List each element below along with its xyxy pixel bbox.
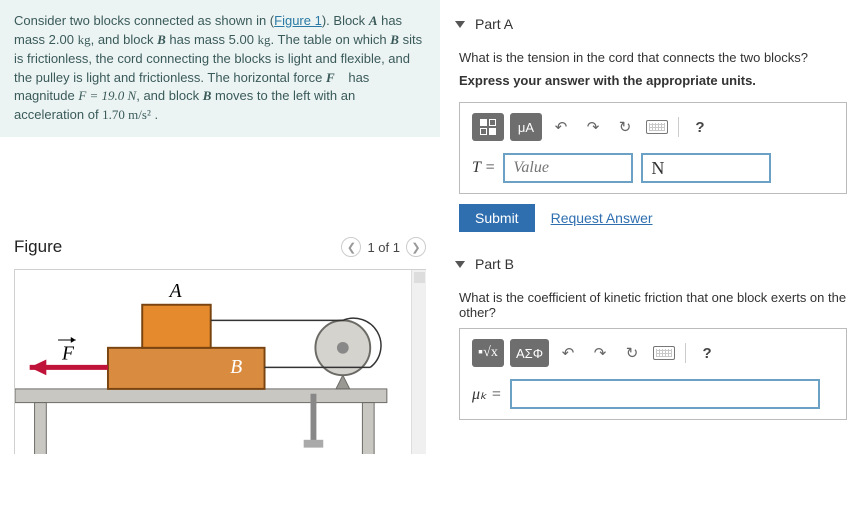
figure-pager: ❮ 1 of 1 ❯ — [341, 237, 426, 257]
reset-button[interactable]: ↻ — [619, 339, 645, 367]
part-a-instruction: Express your answer with the appropriate… — [459, 73, 847, 88]
redo-button[interactable]: ↷ — [580, 113, 606, 141]
svg-text:A: A — [168, 281, 183, 302]
part-b-header[interactable]: Part B — [455, 250, 847, 278]
pager-text: 1 of 1 — [367, 240, 400, 255]
part-b-value-input[interactable] — [510, 379, 820, 409]
problem-statement: Consider two blocks connected as shown i… — [0, 0, 440, 137]
part-b-input-panel: ▪√x ΑΣΦ ↶ ↷ ↻ ? μₖ = — [459, 328, 847, 420]
figure-link[interactable]: Figure 1 — [274, 13, 322, 28]
pager-prev-button[interactable]: ❮ — [341, 237, 361, 257]
units-mu-a-button[interactable]: μA — [510, 113, 542, 141]
help-button[interactable]: ? — [694, 339, 720, 367]
part-b-variable: μₖ = — [472, 384, 502, 404]
templates-button[interactable]: ▪√x — [472, 339, 504, 367]
greek-button[interactable]: ΑΣΦ — [510, 339, 549, 367]
part-a-value-input[interactable] — [503, 153, 633, 183]
part-a-submit-button[interactable]: Submit — [459, 204, 535, 232]
part-a-request-answer-link[interactable]: Request Answer — [551, 210, 653, 226]
collapse-icon — [455, 21, 465, 28]
part-a-input-panel: μA ↶ ↷ ↻ ? T = — [459, 102, 847, 194]
redo-button[interactable]: ↷ — [587, 339, 613, 367]
part-a-header[interactable]: Part A — [455, 10, 847, 38]
part-b-title: Part B — [475, 256, 514, 272]
part-b-question: What is the coefficient of kinetic frict… — [459, 290, 847, 320]
svg-text:F: F — [61, 344, 75, 365]
keyboard-button[interactable] — [651, 339, 677, 367]
part-a-title: Part A — [475, 16, 513, 32]
part-a-variable: T = — [472, 159, 495, 177]
help-button[interactable]: ? — [687, 113, 713, 141]
undo-button[interactable]: ↶ — [548, 113, 574, 141]
figure-scrollbar[interactable] — [411, 270, 426, 454]
part-a-question: What is the tension in the cord that con… — [459, 50, 847, 65]
templates-button[interactable] — [472, 113, 504, 141]
keyboard-button[interactable] — [644, 113, 670, 141]
figure-title: Figure — [14, 237, 62, 257]
pager-next-button[interactable]: ❯ — [406, 237, 426, 257]
collapse-icon — [455, 261, 465, 268]
svg-text:B: B — [230, 357, 242, 378]
figure-image: A B F — [14, 269, 426, 454]
reset-button[interactable]: ↻ — [612, 113, 638, 141]
undo-button[interactable]: ↶ — [555, 339, 581, 367]
part-a-units-input[interactable] — [641, 153, 771, 183]
